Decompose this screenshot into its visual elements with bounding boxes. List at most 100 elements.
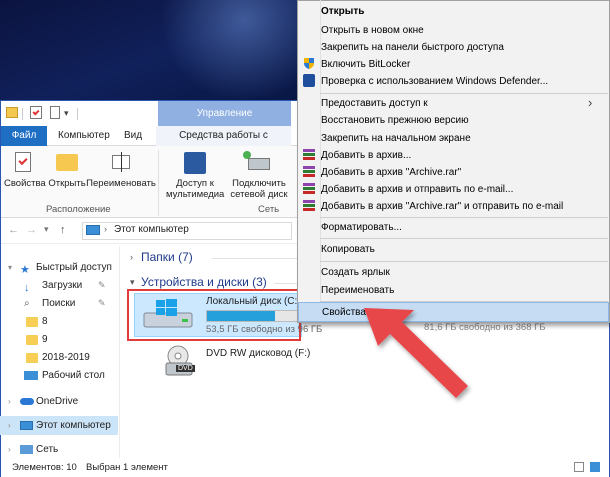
tab-view[interactable]: Вид [118, 126, 148, 146]
folders-group-header[interactable]: Папки (7) [141, 250, 193, 264]
network-drive-icon [243, 151, 270, 170]
nav-label: 8 [42, 316, 48, 327]
nav-label: 9 [42, 334, 48, 345]
cloud-icon [20, 398, 34, 405]
chevron-right-icon[interactable]: › [130, 252, 133, 262]
media-access-button[interactable]: Доступ к мультимедиа [166, 150, 224, 200]
tab-disk-tools[interactable]: Средства работы с дисками [156, 126, 291, 161]
nav-folder-9[interactable]: 9 [0, 330, 118, 349]
dvd-drive-icon[interactable] [164, 345, 194, 377]
nav-label: Быстрый доступ [36, 262, 112, 273]
divider [22, 108, 23, 120]
chevron-down-icon[interactable]: ▾ [64, 108, 69, 119]
desktop-icon [24, 371, 38, 380]
map-drive-label-2: сетевой диск [230, 189, 288, 200]
nav-label: 2018-2019 [42, 352, 90, 363]
media-access-label-2: мультимедиа [166, 189, 225, 200]
nav-folder-2018[interactable]: 2018-2019 [0, 348, 118, 367]
nav-network[interactable]: › Сеть [0, 440, 118, 459]
nav-this-pc[interactable]: › Этот компьютер [0, 416, 118, 435]
drive-c-free: 53,5 ГБ свободно из 96 ГБ [206, 324, 323, 335]
folder-icon [26, 317, 38, 327]
map-drive-button[interactable]: Подключить сетевой диск [226, 150, 292, 200]
properties-label: Свойства [4, 178, 46, 189]
up-icon[interactable]: ↑ [60, 224, 66, 236]
properties-button[interactable]: Свойства [4, 150, 46, 192]
chevron-right-icon: › [8, 397, 11, 406]
rename-icon [112, 152, 130, 172]
nav-desktop[interactable]: Рабочий стол [0, 366, 118, 385]
map-drive-label-1: Подключить [232, 178, 286, 189]
network-icon [20, 445, 33, 454]
nav-downloads[interactable]: ↓ Загрузки ✎ [0, 276, 118, 295]
address-path: Этот компьютер [114, 224, 189, 235]
search-icon: ⌕ [24, 298, 30, 309]
status-selected: Выбран 1 элемент [86, 462, 168, 473]
nav-search[interactable]: ⌕ Поиски ✎ [0, 294, 118, 313]
drive-c-usage-fill [207, 311, 275, 321]
group-label-location: Расположение [46, 204, 111, 215]
tab-file[interactable]: Файл [1, 126, 47, 146]
open-button[interactable]: Открыть [48, 150, 86, 192]
recent-dropdown-icon[interactable]: ▾ [44, 224, 49, 235]
chevron-right-icon: › [104, 224, 107, 234]
forward-icon[interactable]: → [26, 224, 37, 236]
rename-label: Переименовать [86, 178, 156, 189]
group-label-network: Сеть [258, 204, 280, 215]
divider [77, 108, 78, 120]
desktop-light [160, 0, 300, 102]
drive-icon [142, 299, 194, 329]
tab-computer[interactable]: Компьютер [52, 126, 116, 146]
submenu-arrow-icon: › [588, 95, 593, 110]
chevron-right-icon: › [8, 421, 11, 430]
folder-icon[interactable] [6, 107, 18, 118]
group-divider [212, 258, 302, 259]
dvd-drive-name[interactable]: DVD RW дисковод (F:) [206, 348, 310, 359]
properties-quick-icon[interactable] [30, 106, 42, 119]
ribbon-separator [158, 150, 159, 216]
media-access-label-1: Доступ к [176, 178, 214, 189]
chevron-down-icon[interactable]: ▾ [130, 277, 135, 288]
nav-folder-8[interactable]: 8 [0, 312, 118, 331]
details-view-icon[interactable] [574, 462, 584, 472]
tiles-view-icon[interactable] [590, 462, 600, 472]
menu-item-copy[interactable]: Копировать [298, 240, 609, 260]
chevron-right-icon: › [8, 445, 11, 454]
computer-icon [20, 421, 33, 430]
computer-icon [86, 225, 100, 235]
menu-item-create-shortcut[interactable]: Создать ярлык [298, 263, 609, 283]
tab-manage[interactable]: Управление [158, 101, 291, 126]
pin-icon[interactable]: ✎ [98, 276, 106, 295]
nav-label: OneDrive [36, 396, 79, 407]
nav-label: Сеть [36, 444, 59, 455]
folder-icon [26, 353, 38, 363]
pointer-arrow [360, 300, 480, 413]
open-folder-icon [56, 154, 78, 171]
properties-icon [15, 152, 31, 172]
menu-item-archive-rar-email[interactable]: Добавить в архив "Archive.rar" и отправи… [298, 197, 609, 217]
rename-button[interactable]: Переименовать [86, 150, 156, 192]
menu-separator [320, 261, 608, 262]
status-item-count: Элементов: 10 [12, 462, 77, 473]
menu-separator [320, 238, 608, 239]
back-icon[interactable]: ← [8, 224, 19, 236]
menu-item-rename[interactable]: Переименовать [298, 281, 609, 301]
nav-label: Загрузки [42, 280, 83, 291]
drive-c-usage-bar [206, 310, 302, 322]
menu-item-format[interactable]: Форматировать... [298, 218, 609, 238]
pane-divider [119, 246, 120, 458]
menu-item-restore-versions[interactable]: Восстановить прежнюю версию [298, 111, 609, 131]
menu-item-defender-scan[interactable]: Проверка с использованием Windows Defend… [298, 72, 609, 92]
media-icon [184, 152, 206, 174]
dvd-badge: DVD [176, 365, 195, 372]
chevron-down-icon: ▾ [8, 263, 13, 272]
open-label: Открыть [48, 178, 86, 189]
pin-icon[interactable]: ✎ [98, 294, 106, 313]
new-folder-quick-icon[interactable] [50, 106, 60, 119]
folder-icon [26, 335, 38, 345]
nav-label: Рабочий стол [42, 370, 105, 381]
devices-group-header[interactable]: Устройства и диски (3) [141, 275, 267, 289]
nav-quick-access[interactable]: ▾ ★ Быстрый доступ [0, 258, 118, 277]
menu-item-open[interactable]: Открыть [298, 2, 609, 22]
nav-onedrive[interactable]: › OneDrive [0, 392, 118, 411]
